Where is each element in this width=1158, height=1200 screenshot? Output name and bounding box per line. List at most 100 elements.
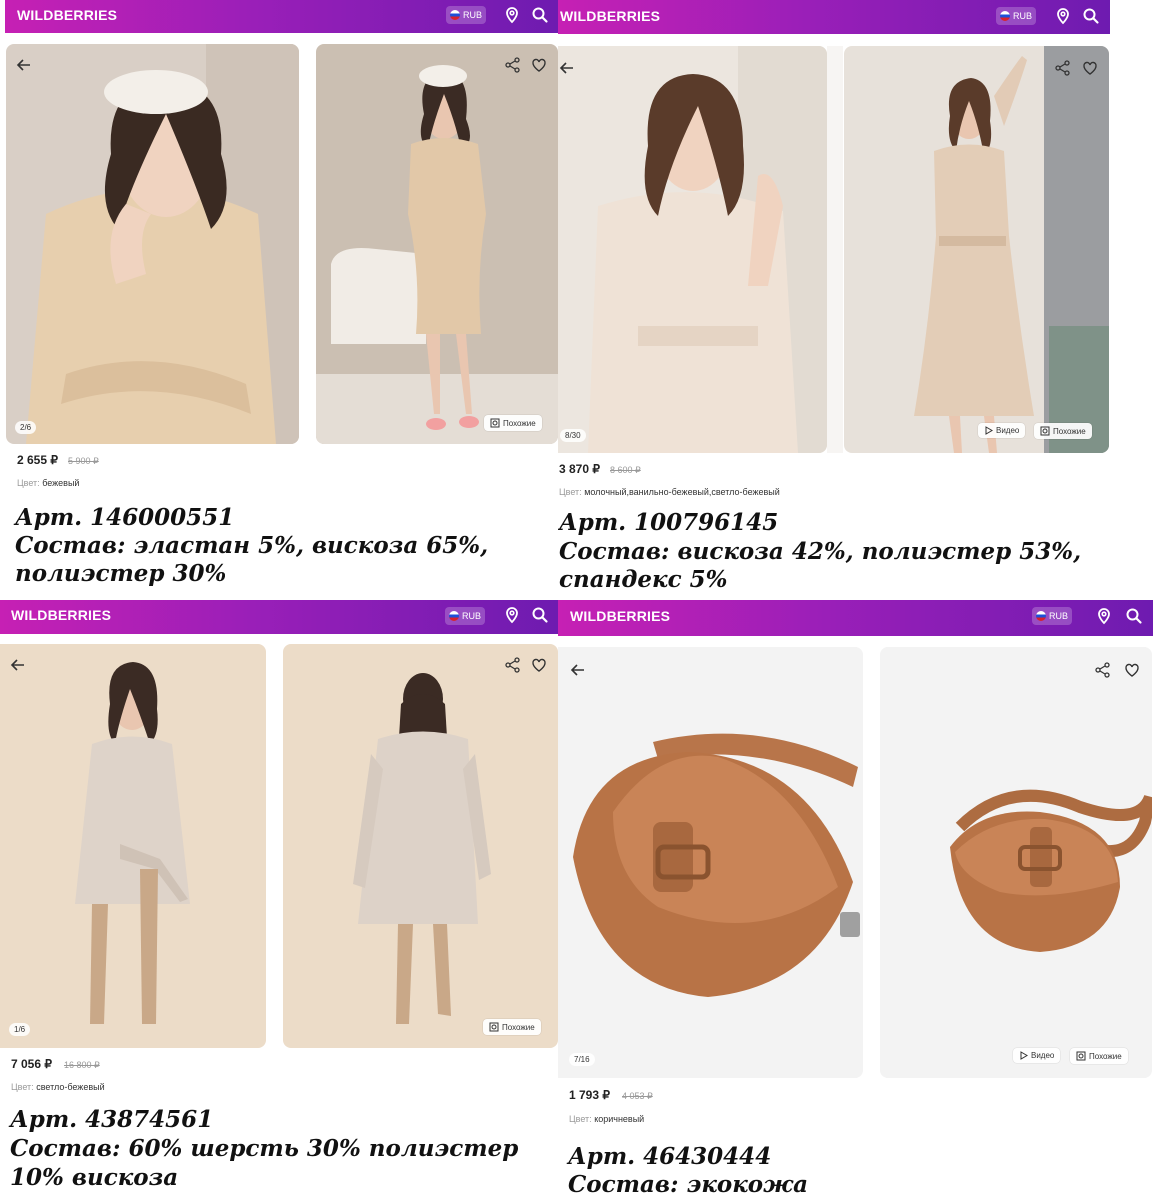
share-icon[interactable]: [504, 656, 522, 674]
price: 7 056 ₽: [11, 1057, 52, 1071]
share-icon[interactable]: [504, 56, 522, 74]
currency-button[interactable]: RUB: [445, 607, 485, 625]
color-info: Цвет: молочный,ванильно-бежевый,светло-б…: [559, 487, 780, 497]
similar-label: Похожие: [1053, 426, 1086, 436]
video-play-icon: [1020, 1051, 1028, 1060]
top-bar: WILDBERRIES RUB: [5, 0, 558, 33]
location-pin-icon[interactable]: [1053, 6, 1073, 26]
photo-counter: 2/6: [15, 421, 37, 434]
color-info: Цвет: бежевый: [17, 478, 79, 488]
beige-dress-full-length-photo: [316, 44, 558, 444]
currency-button[interactable]: RUB: [1032, 607, 1072, 625]
composition-line-2: 10% вискоза: [10, 1164, 179, 1191]
similar-button[interactable]: Похожие: [483, 1019, 541, 1035]
video-label: Видео: [996, 426, 1020, 435]
heart-icon[interactable]: [1081, 59, 1099, 77]
composition-line-2: спандекс 5%: [559, 566, 728, 593]
share-icon[interactable]: [1054, 59, 1072, 77]
wildberries-logo[interactable]: WILDBERRIES: [570, 608, 670, 624]
color-label: Цвет:: [569, 1114, 592, 1124]
back-arrow-icon[interactable]: [569, 661, 587, 679]
composition-line-1: Состав: экокожа: [568, 1171, 809, 1198]
color-value: коричневый: [594, 1114, 645, 1124]
back-arrow-icon[interactable]: [558, 59, 576, 77]
wildberries-logo[interactable]: WILDBERRIES: [560, 8, 660, 24]
video-button[interactable]: Видео: [978, 423, 1026, 438]
photo-counter: 1/6: [9, 1023, 31, 1036]
heart-icon[interactable]: [1123, 661, 1141, 679]
video-play-icon: [985, 426, 993, 435]
similar-label: Похожие: [503, 418, 536, 428]
article-number: Арт. 100796145: [559, 509, 779, 536]
wildberries-logo[interactable]: WILDBERRIES: [17, 7, 117, 23]
share-icon[interactable]: [1094, 661, 1112, 679]
photo-gap-strip: [827, 46, 843, 453]
product-photo-secondary[interactable]: Похожие: [316, 44, 558, 444]
similar-icon: [1076, 1051, 1086, 1061]
composition-line-2: полиэстер 30%: [15, 560, 227, 587]
price: 3 870 ₽: [559, 462, 600, 476]
beige-dress-photo: [6, 44, 299, 444]
similar-icon: [490, 418, 500, 428]
color-info: Цвет: коричневый: [569, 1114, 644, 1124]
color-label: Цвет:: [559, 487, 582, 497]
product-card-2: WILDBERRIES RUB 8/30 Видео Похожие 3 870…: [558, 0, 1158, 600]
similar-icon: [489, 1022, 499, 1032]
currency-label: RUB: [461, 611, 481, 621]
product-photo-secondary[interactable]: Похожие: [283, 644, 558, 1048]
currency-label: RUB: [1012, 11, 1032, 21]
heart-icon[interactable]: [530, 656, 548, 674]
brown-bag-side-photo: [880, 647, 1152, 1078]
similar-button[interactable]: Похожие: [1070, 1048, 1128, 1064]
article-number: Арт. 46430444: [568, 1143, 772, 1170]
product-card-4: WILDBERRIES RUB 7/16 Видео Похожие 1 793…: [558, 600, 1158, 1200]
location-pin-icon[interactable]: [502, 605, 522, 625]
wildberries-logo[interactable]: WILDBERRIES: [11, 607, 111, 623]
search-icon[interactable]: [530, 5, 550, 25]
video-button[interactable]: Видео: [1013, 1048, 1061, 1063]
currency-label: RUB: [1048, 611, 1068, 621]
product-photo-main[interactable]: 7/16: [558, 647, 863, 1078]
product-photo-secondary[interactable]: Видео Похожие: [880, 647, 1152, 1078]
similar-label: Похожие: [1089, 1051, 1122, 1061]
composition-line-1: Состав: эластан 5%, вискоза 65%,: [15, 532, 489, 559]
back-arrow-icon[interactable]: [9, 656, 27, 674]
search-icon[interactable]: [1124, 606, 1144, 626]
currency-button[interactable]: RUB: [996, 7, 1036, 25]
product-photo-main[interactable]: 8/30: [558, 46, 827, 453]
search-icon[interactable]: [1081, 6, 1101, 26]
top-bar: WILDBERRIES RUB: [558, 600, 1153, 636]
heart-icon[interactable]: [530, 56, 548, 74]
video-label: Видео: [1031, 1051, 1055, 1060]
product-photo-main[interactable]: 2/6: [6, 44, 299, 444]
article-number: Арт. 146000551: [15, 504, 235, 531]
brown-bag-photo: [558, 647, 863, 1078]
product-card-1: WILDBERRIES RUB 2/6 Похожие 2 655 ₽ 5 90…: [0, 0, 558, 600]
old-price: 4 053 ₽: [622, 1091, 653, 1101]
composition-line-1: Состав: 60% шерсть 30% полиэстер: [10, 1135, 519, 1162]
color-value: молочный,ванильно-бежевый,светло-бежевый: [584, 487, 780, 497]
color-value: светло-бежевый: [36, 1082, 105, 1092]
search-icon[interactable]: [530, 605, 550, 625]
similar-button[interactable]: Похожие: [1034, 423, 1092, 439]
old-price: 8 600 ₽: [610, 465, 641, 475]
coat-front-photo: [0, 644, 266, 1048]
similar-button[interactable]: Похожие: [484, 415, 542, 431]
top-bar: WILDBERRIES RUB: [0, 600, 558, 634]
color-info: Цвет: светло-бежевый: [11, 1082, 105, 1092]
color-value: бежевый: [42, 478, 80, 488]
old-price: 5 900 ₽: [68, 456, 99, 466]
product-photo-main[interactable]: 1/6: [0, 644, 266, 1048]
location-pin-icon[interactable]: [502, 5, 522, 25]
currency-button[interactable]: RUB: [446, 6, 486, 24]
price: 1 793 ₽: [569, 1088, 610, 1102]
back-arrow-icon[interactable]: [15, 56, 33, 74]
composition-line-1: Состав: вискоза 42%, полиэстер 53%,: [559, 538, 1082, 565]
location-pin-icon[interactable]: [1094, 606, 1114, 626]
photo-counter: 8/30: [560, 429, 586, 442]
product-card-3: WILDBERRIES RUB 1/6 Похожие 7 056 ₽ 16 8…: [0, 600, 558, 1200]
color-label: Цвет:: [17, 478, 40, 488]
article-number: Арт. 43874561: [10, 1106, 214, 1133]
product-photo-secondary[interactable]: Видео Похожие: [844, 46, 1109, 453]
russian-flag-icon: [449, 10, 460, 20]
